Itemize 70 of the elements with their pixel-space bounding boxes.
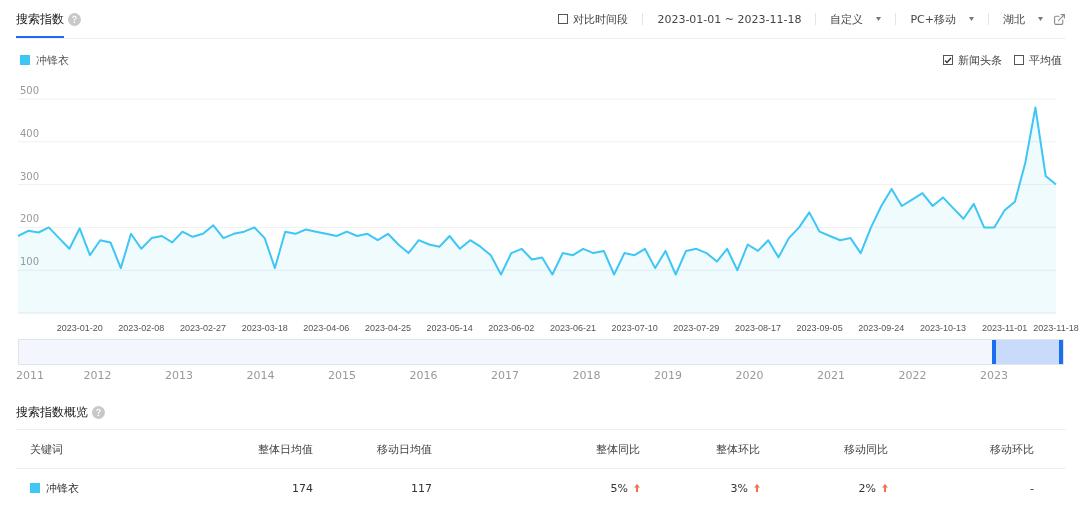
checkbox-label[interactable]: 对比时间段 [573, 11, 629, 27]
table-cell: 5% [610, 481, 628, 495]
axis-label: 2023-08-17 [734, 323, 781, 333]
range-selection[interactable] [992, 340, 1063, 364]
checkbox[interactable] [558, 14, 569, 24]
column-header: 整体同比 [596, 441, 640, 457]
axis-label: 2023-02-08 [118, 323, 165, 333]
axis-label: 2019 [654, 369, 682, 382]
caret-icon [876, 17, 882, 21]
checkbox[interactable] [943, 55, 953, 65]
axis-label: 2023-06-21 [549, 323, 596, 333]
axis-label: 2022 [898, 369, 927, 382]
up-arrow-icon [634, 484, 640, 492]
axis-label: 2012 [83, 369, 112, 382]
axis-label: 2017 [491, 369, 519, 382]
axis-label: 2018 [572, 369, 601, 382]
up-arrow-icon [882, 484, 888, 492]
axis-label: 2023-11-18 [1033, 323, 1079, 333]
checkbox[interactable] [1014, 55, 1024, 65]
axis-label: 2015 [328, 369, 356, 382]
column-header: 移动日均值 [377, 441, 432, 457]
axis-label: 2013 [165, 369, 193, 382]
export-icon[interactable] [1053, 12, 1066, 26]
axis-label: 2021 [817, 369, 845, 382]
axis-label: 2023-02-27 [179, 323, 226, 333]
up-arrow-icon [754, 484, 760, 492]
column-header: 移动同比 [844, 441, 888, 457]
column-header: 整体日均值 [258, 441, 313, 457]
legend-label: 冲锋衣 [36, 52, 69, 68]
axis-label: 2020 [735, 369, 764, 382]
table-cell: 117 [411, 481, 432, 495]
axis-label: 2023-06-02 [488, 323, 535, 333]
axis-label: 2023-01-20 [56, 323, 103, 333]
axis-label: 2023-04-06 [303, 323, 350, 333]
axis-label: 2023-11-01 [981, 323, 1028, 333]
table-cell: - [1030, 481, 1034, 495]
axis-label: 400 [20, 127, 40, 139]
axis-label: 2011 [16, 369, 44, 382]
axis-label: 2023-04-25 [364, 323, 411, 333]
axis-label: 2023-07-29 [673, 323, 720, 333]
axis-label: 2023-09-24 [858, 323, 905, 333]
caret-icon [1038, 17, 1043, 21]
checkbox-label[interactable]: 平均值 [1029, 52, 1062, 68]
axis-label: 2016 [409, 369, 438, 382]
table-cell: 2% [858, 481, 876, 495]
date-range[interactable]: 2023-01-01 ~ 2023-11-18 [657, 12, 802, 26]
dropdown[interactable]: 湖北 [1003, 11, 1025, 27]
axis-label: 2023-05-14 [426, 323, 473, 333]
checkbox-label[interactable]: 新闻头条 [958, 52, 1002, 68]
axis-label: 200 [20, 213, 40, 225]
column-header: 移动环比 [990, 441, 1034, 457]
axis-label: 500 [20, 85, 40, 96]
dropdown[interactable]: 自定义 [830, 11, 864, 27]
table-cell: 174 [292, 481, 313, 495]
axis-label: 100 [20, 256, 40, 268]
column-header: 整体环比 [716, 441, 760, 457]
axis-label: 2023-09-05 [796, 323, 843, 333]
section-title: 搜索指数概览 [16, 403, 88, 421]
caret-icon [969, 17, 974, 21]
axis-label: 300 [20, 170, 40, 182]
axis-label: 2023-03-18 [241, 323, 288, 333]
dropdown[interactable]: PC+移动 [910, 11, 956, 27]
axis-label: 2014 [246, 369, 275, 382]
column-header: 关键词 [30, 441, 63, 457]
axis-label: 2023 [980, 369, 1008, 382]
axis-label: 2023-10-13 [919, 323, 966, 333]
keyword: 冲锋衣 [46, 480, 79, 496]
axis-label: 2023-07-10 [611, 323, 658, 333]
table-cell: 3% [730, 481, 748, 495]
tab[interactable]: 搜索指数 [16, 0, 64, 38]
